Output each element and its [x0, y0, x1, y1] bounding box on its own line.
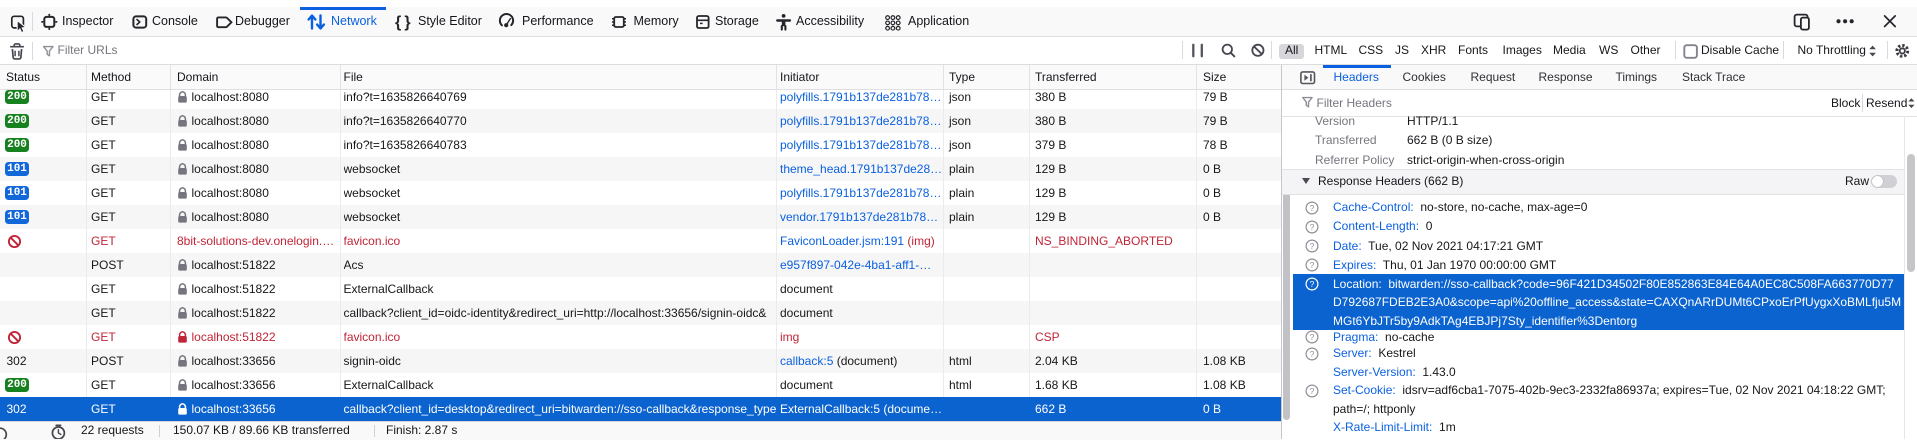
svg-text:?: ? — [1309, 279, 1314, 289]
svg-text:{ }: { } — [395, 14, 411, 31]
